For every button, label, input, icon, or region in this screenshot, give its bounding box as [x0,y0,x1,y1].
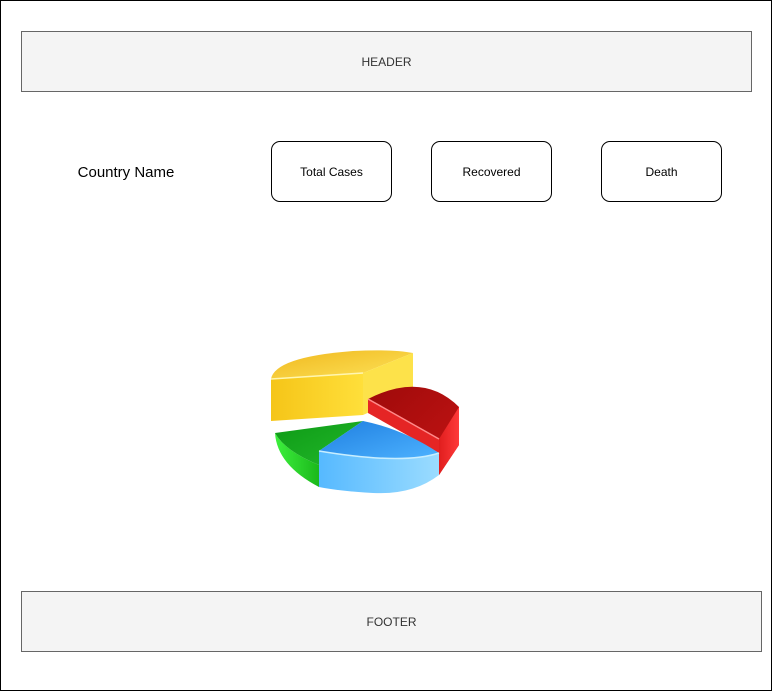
wireframe-canvas: HEADER Country Name Total Cases Recovere… [0,0,772,691]
pie-chart-icon [270,350,459,494]
death-label: Death [645,164,678,179]
total-cases-label: Total Cases [300,164,363,179]
recovered-label: Recovered [462,164,521,179]
recovered-button[interactable]: Recovered [431,141,552,202]
header-label: HEADER [361,54,412,69]
country-name-label: Country Name [77,163,175,181]
page-header: HEADER [21,31,752,92]
footer-label: FOOTER [366,614,417,629]
death-button[interactable]: Death [601,141,722,202]
country-name: Country Name [61,161,191,183]
page-footer: FOOTER [21,591,762,652]
total-cases-button[interactable]: Total Cases [271,141,392,202]
